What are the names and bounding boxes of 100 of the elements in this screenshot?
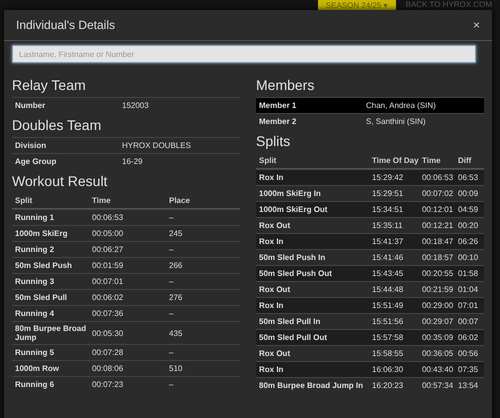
table-cell-text: 00:06:53	[422, 172, 454, 184]
row-value: HYROX DOUBLES	[122, 140, 192, 152]
table-cell-text: 15:58:55	[372, 348, 404, 360]
row-label: Member 1	[259, 100, 298, 112]
table-cell-text: –	[169, 379, 174, 391]
row-label: Number	[15, 100, 46, 112]
row-value: Chan, Andrea (SIN)	[366, 100, 437, 112]
table-cell-text: 15:29:51	[372, 188, 404, 200]
table-cell-text: 80m Burpee Broad Jump In	[259, 380, 364, 392]
table-cell-text: 1000m SkiErg Out	[259, 204, 328, 216]
table-cell-text: 00:01:59	[92, 260, 124, 272]
table-cell-text: 15:34:51	[372, 204, 404, 216]
row-label: Division	[15, 140, 48, 152]
table-cell-text: 00:57:34	[422, 380, 454, 392]
table-cell-text: 00:12:21	[422, 220, 454, 232]
row-label: Member 2	[259, 116, 298, 128]
column-header: Split	[259, 155, 278, 167]
table-cell-text: 00:29:07	[422, 316, 454, 328]
section-heading: Doubles Team	[12, 117, 102, 133]
table-cell-text: –	[169, 212, 174, 224]
table-cell-text: 00:35:09	[422, 332, 454, 344]
table-cell-text: 00:09	[458, 188, 480, 200]
table-cell-text: 00:06:27	[92, 244, 124, 256]
row-label: Age Group	[15, 156, 58, 168]
table-cell-text: 13:54	[458, 380, 480, 392]
table-cell-text: 00:07	[458, 316, 480, 328]
table-cell-text: Rox Out	[259, 348, 292, 360]
table-cell-text: 00:36:05	[422, 348, 454, 360]
table-cell-text: 276	[169, 292, 184, 304]
table-cell-text: 06:02	[458, 332, 480, 344]
section-heading: Splits	[256, 133, 292, 149]
table-cell-text: –	[169, 308, 174, 320]
table-cell-text: 00:07:28	[92, 347, 124, 359]
table-cell-text: 510	[169, 363, 184, 375]
table-cell-text: 00:20:55	[422, 268, 454, 280]
table-cell-text: 1000m SkiErg In	[259, 188, 322, 200]
table-cell-text: 50m Sled Pull	[15, 292, 68, 304]
table-cell-text: 07:35	[458, 364, 480, 376]
table-cell-text: 00:18:47	[422, 236, 454, 248]
table-cell-text: 00:07:01	[92, 276, 124, 288]
table-cell-text: 00:43:40	[422, 364, 454, 376]
modal-title: Individual's Details	[16, 18, 116, 32]
row-value: 16-29	[122, 156, 144, 168]
table-cell-text: Running 6	[15, 379, 56, 391]
table-cell-text: 15:57:58	[372, 332, 404, 344]
table-cell-text: 16:06:30	[372, 364, 404, 376]
column-header: Time Of Day	[372, 155, 420, 167]
table-cell-text: Rox In	[259, 172, 284, 184]
table-cell-text: 50m Sled Push In	[259, 252, 326, 264]
table-cell-text: 00:12:01	[422, 204, 454, 216]
table-cell-text: 1000m SkiErg	[15, 228, 68, 240]
table-cell-text: Running 1	[15, 212, 56, 224]
section-heading: Members	[256, 77, 316, 93]
table-cell-text: 01:04	[458, 284, 480, 296]
table-cell-text: 00:07:36	[92, 308, 124, 320]
table-cell-text: 00:56	[458, 348, 480, 360]
table-cell-text: 15:43:45	[372, 268, 404, 280]
table-cell-text: 15:29:42	[372, 172, 404, 184]
table-cell-text: –	[169, 244, 174, 256]
table-cell-text: 00:20	[458, 220, 480, 232]
table-cell-text: 00:07:02	[422, 188, 454, 200]
table-cell-text: 15:51:56	[372, 316, 404, 328]
table-cell-text: 00:06:53	[92, 212, 124, 224]
table-cell-text: 15:35:11	[372, 220, 404, 232]
table-cell-text: Running 4	[15, 308, 56, 320]
table-cell-text: 15:41:37	[372, 236, 404, 248]
table-cell-text: –	[169, 347, 174, 359]
back-link[interactable]: BACK TO HYROX.COM	[406, 0, 492, 9]
season-button[interactable]: SEASON 24/25 ▾	[318, 0, 396, 11]
table-cell-text: 00:06:02	[92, 292, 124, 304]
table-cell-text: 266	[169, 260, 184, 272]
row-value: S, Santhini (SIN)	[366, 116, 427, 128]
table-cell-text: 00:08:06	[92, 363, 124, 375]
table-cell-text: 00:05:30	[92, 328, 124, 340]
row-value: 152003	[122, 100, 150, 112]
table-cell-text: 00:21:59	[422, 284, 454, 296]
section-heading: Relay Team	[12, 77, 87, 93]
column-header: Diff	[458, 155, 472, 167]
table-cell-text: 06:26	[458, 236, 480, 248]
table-cell-text: Rox In	[259, 364, 284, 376]
table-cell-text: 245	[169, 228, 184, 240]
table-cell-text: 07:01	[458, 300, 480, 312]
table-cell-text: 50m Sled Pull In	[259, 316, 322, 328]
table-cell-text: 80m Burpee Broad Jump	[15, 323, 88, 344]
table-cell-text: 01:58	[458, 268, 480, 280]
table-cell-text: 16:20:23	[372, 380, 404, 392]
table-cell-text: 50m Sled Push Out	[259, 268, 333, 280]
table-cell-text: Rox In	[259, 236, 284, 248]
table-cell-text: –	[169, 276, 174, 288]
table-cell-text: Rox Out	[259, 284, 292, 296]
table-cell-text: 00:10	[458, 252, 480, 264]
table-cell-text: Running 5	[15, 347, 56, 359]
table-cell-text: Running 3	[15, 276, 56, 288]
table-cell-text: 00:29:00	[422, 300, 454, 312]
search-field[interactable]: Lastname, Firstname or Number	[12, 45, 476, 63]
table-cell-text: 00:18:57	[422, 252, 454, 264]
table-cell-text: Rox Out	[259, 220, 292, 232]
table-cell-text: 00:05:00	[92, 228, 124, 240]
section-heading: Workout Result	[12, 173, 108, 189]
table-cell-text: Running 2	[15, 244, 56, 256]
